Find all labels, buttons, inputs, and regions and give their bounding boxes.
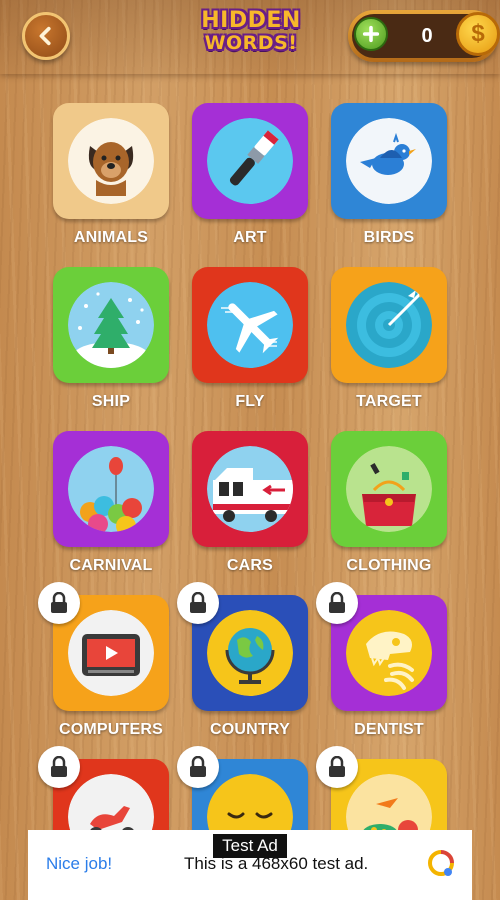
lock-icon <box>190 592 206 613</box>
category-tile-ship[interactable] <box>53 267 169 383</box>
category-tile-art[interactable] <box>192 103 308 219</box>
globe-icon <box>207 610 293 696</box>
category-label: DENTIST <box>354 721 424 738</box>
bird-icon <box>346 118 432 204</box>
category-tile-fly[interactable] <box>192 267 308 383</box>
category-tile-birds[interactable] <box>331 103 447 219</box>
lock-badge <box>38 746 80 788</box>
tv-icon <box>68 610 154 696</box>
category-label: CARNIVAL <box>69 557 153 574</box>
category-tile-animals[interactable] <box>53 103 169 219</box>
category-label: COUNTRY <box>210 721 290 738</box>
category-label: TARGET <box>356 393 422 410</box>
dinosaur-skull-icon <box>346 610 432 696</box>
category-label: BIRDS <box>363 229 415 246</box>
balloons-icon <box>68 446 154 532</box>
ad-headline[interactable]: Nice job! <box>46 854 112 874</box>
lock-badge <box>316 582 358 624</box>
lock-badge <box>177 582 219 624</box>
snow-globe-tree-icon <box>68 282 154 368</box>
truck-icon <box>207 446 293 532</box>
lock-icon <box>329 592 345 613</box>
lock-badge <box>38 582 80 624</box>
airplane-icon <box>207 282 293 368</box>
category-tile-clothing[interactable] <box>331 431 447 547</box>
lock-badge <box>177 746 219 788</box>
category-tile-cars[interactable] <box>192 431 308 547</box>
ad-logo-icon[interactable] <box>426 848 456 878</box>
paintbrush-icon <box>207 118 293 204</box>
category-label: CLOTHING <box>346 557 432 574</box>
category-label: COMPUTERS <box>58 721 164 738</box>
lock-icon <box>329 756 345 777</box>
category-label: ART <box>233 229 267 246</box>
dog-icon <box>68 118 154 204</box>
category-grid: ANIMALS ART BIRDS SHIP FLY TARGET CARNIV… <box>0 0 500 900</box>
category-label: CARS <box>226 557 274 574</box>
lock-badge <box>316 746 358 788</box>
test-ad-tag: Test Ad <box>213 834 287 858</box>
category-tile-carnival[interactable] <box>53 431 169 547</box>
handbag-icon <box>346 446 432 532</box>
target-icon <box>346 282 432 368</box>
lock-icon <box>190 756 206 777</box>
category-label: FLY <box>235 393 265 410</box>
lock-icon <box>51 592 67 613</box>
category-tile-target[interactable] <box>331 267 447 383</box>
category-label: SHIP <box>91 393 131 410</box>
lock-icon <box>51 756 67 777</box>
category-label: ANIMALS <box>73 229 149 246</box>
